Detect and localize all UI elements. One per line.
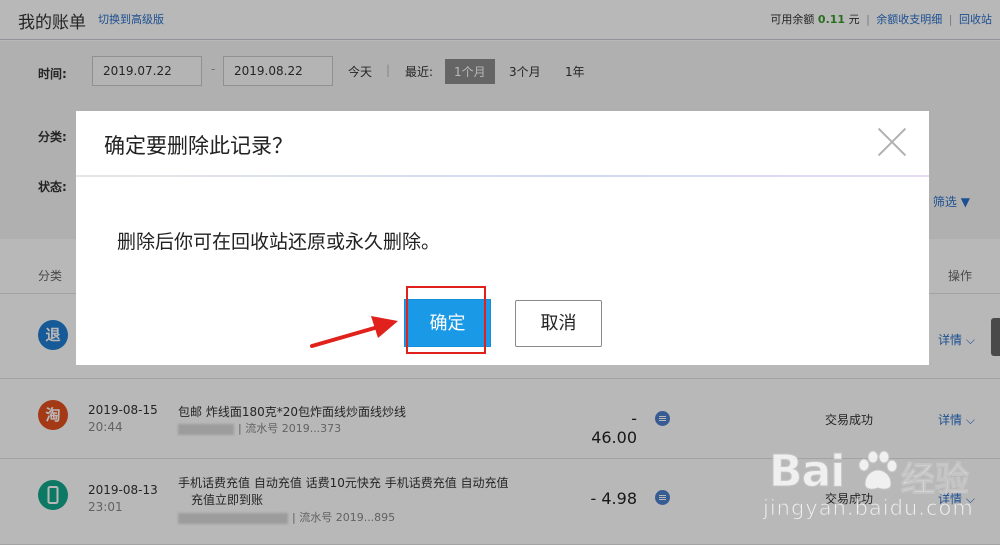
watermark-url: jingyan.baidu.com <box>763 496 974 521</box>
baidu-jingyan-watermark: Bai 经验 jingyan.baidu.com <box>763 438 995 526</box>
paw-icon <box>858 450 898 490</box>
watermark-brand-right: 经验 <box>901 460 970 501</box>
watermark-brand-left: Bai <box>768 446 845 498</box>
